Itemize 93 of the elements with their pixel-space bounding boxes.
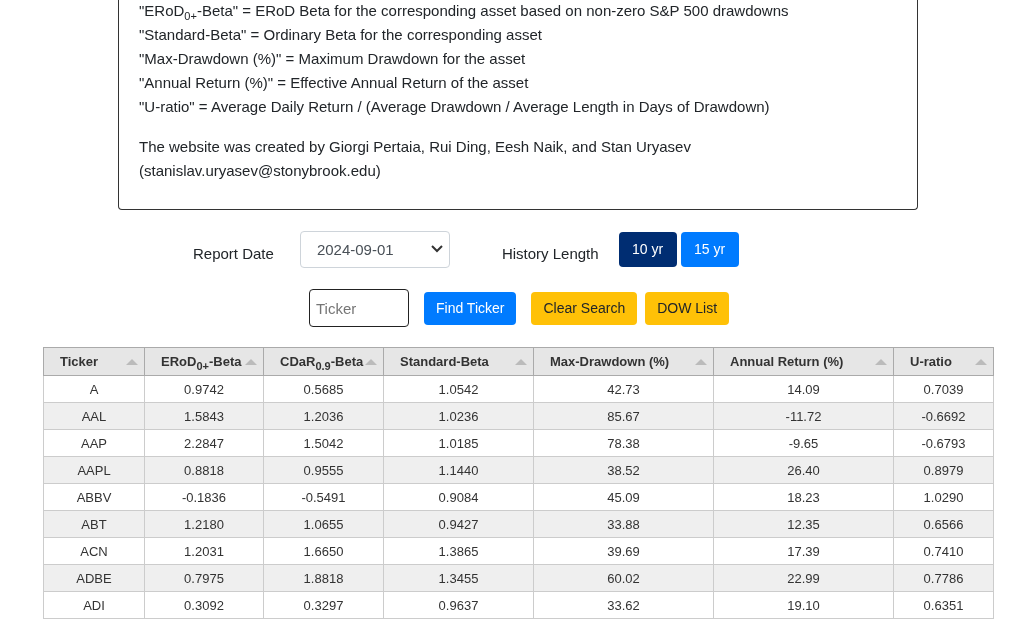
table-cell: 18.23	[713, 483, 894, 511]
history-length-label: History Length	[501, 244, 599, 262]
table-cell: 19.10	[713, 591, 894, 619]
ticker-field[interactable]: Ticker	[309, 289, 409, 327]
table-cell: 1.2180	[144, 510, 264, 538]
table-cell: 45.09	[533, 483, 714, 511]
table-cell: 14.09	[713, 375, 894, 403]
table-cell: 17.39	[713, 537, 894, 565]
sort-icon	[875, 358, 887, 365]
table-cell: 0.8818	[144, 456, 264, 484]
chevron-icon	[430, 245, 443, 253]
table-cell: 1.1440	[383, 456, 534, 484]
table-cell: 78.38	[533, 429, 714, 457]
column-header[interactable]: Max-Drawdown (%)	[533, 347, 714, 376]
table-cell: 1.8818	[263, 564, 384, 592]
table-cell: -9.65	[713, 429, 894, 457]
table-cell: 2.2847	[144, 429, 264, 457]
sort-icon	[365, 358, 377, 365]
definition-text: "Standard-Beta" = Ordinary Beta for the corresponding asset	[139, 25, 543, 45]
history-button[interactable]: 15 yr	[680, 231, 739, 267]
table-cell: ADI	[43, 591, 145, 619]
table-cell: ACN	[43, 537, 145, 565]
table-cell: 1.0290	[893, 483, 994, 511]
sort-icon	[515, 358, 527, 365]
table-cell: ABBV	[43, 483, 145, 511]
column-header[interactable]: U-ratio	[893, 347, 994, 376]
sort-icon	[695, 358, 707, 365]
table-cell: 0.9742	[144, 375, 264, 403]
table-cell: -0.6793	[893, 429, 994, 457]
definition-text: "Annual Return (%)" = Effective Annual Return of the asset	[139, 73, 530, 93]
sort-icon	[126, 358, 138, 365]
table-cell: ABT	[43, 510, 145, 538]
definition-text: "U-ratio" = Average Daily Return / (Average Drawdown / Average Length in Days of Drawdown)	[139, 97, 771, 117]
table-cell: ADBE	[43, 564, 145, 592]
definition-text: "ERoD$_{0+}$-Beta" = ERoD Beta for the corresponding asset based on non-zero S&P 500 drawdowns	[139, 1, 790, 23]
table-cell: 0.9427	[383, 510, 534, 538]
table-cell: -0.5491	[263, 483, 384, 511]
table-cell: 39.69	[533, 537, 714, 565]
table-cell: 38.52	[533, 456, 714, 484]
table-cell: 0.7039	[893, 375, 994, 403]
table-cell: AAP	[43, 429, 145, 457]
table-cell: 0.7410	[893, 537, 994, 565]
history-button[interactable]: 10 yr	[618, 231, 677, 267]
table-cell: -11.72	[713, 402, 894, 430]
report-date-label: Report Date	[193, 244, 274, 262]
table-cell: 33.88	[533, 510, 714, 538]
table-cell: 0.9084	[383, 483, 534, 511]
table-cell: -0.6692	[893, 402, 994, 430]
table-cell: 0.3297	[263, 591, 384, 619]
definition-text: "Max-Drawdown (%)" = Maximum Drawdown for the asset	[139, 49, 527, 69]
table-cell: 1.3865	[383, 537, 534, 565]
sort-icon	[245, 358, 257, 365]
search-button[interactable]: Clear Search	[531, 291, 638, 325]
table-cell: 1.5843	[144, 402, 264, 430]
table-cell: 33.62	[533, 591, 714, 619]
table-cell: 0.6566	[893, 510, 994, 538]
table-cell: 1.0542	[383, 375, 534, 403]
table-cell: 0.9555	[263, 456, 384, 484]
table-cell: 0.7975	[144, 564, 264, 592]
column-header[interactable]: Annual Return (%)	[713, 347, 894, 376]
table-cell: 1.2036	[263, 402, 384, 430]
table-cell: 1.0185	[383, 429, 534, 457]
table-cell: 1.6650	[263, 537, 384, 565]
table-cell: 22.99	[713, 564, 894, 592]
table-cell: 0.6351	[893, 591, 994, 619]
table-cell: 0.3092	[144, 591, 264, 619]
sort-icon	[975, 358, 987, 365]
table-cell: AAPL	[43, 456, 145, 484]
column-header[interactable]: CDaR$_{0.9}$-Beta	[263, 347, 384, 376]
report-date-select[interactable]: 2024-09-01	[299, 230, 450, 268]
table-cell: 1.0655	[263, 510, 384, 538]
table-cell: 26.40	[713, 456, 894, 484]
table-cell: AAL	[43, 402, 145, 430]
column-header[interactable]: Standard-Beta	[383, 347, 534, 376]
credit-text: The website was created by Giorgi Pertaia, Rui Ding, Eesh Naik, and Stan Uryasev (stanislav.uryasev@stonybrook.edu)	[139, 137, 692, 181]
column-header[interactable]: ERoD$_{0+}$-Beta	[144, 347, 264, 376]
table-cell: 1.3455	[383, 564, 534, 592]
search-button[interactable]: DOW List	[645, 291, 730, 325]
table-cell: 0.5685	[263, 375, 384, 403]
column-header[interactable]: Ticker	[43, 347, 145, 376]
table-cell: 1.0236	[383, 402, 534, 430]
table-cell: -0.1836	[144, 483, 264, 511]
table-cell: 0.9637	[383, 591, 534, 619]
table-cell: A	[43, 375, 145, 403]
table-cell: 85.67	[533, 402, 714, 430]
table-cell: 1.5042	[263, 429, 384, 457]
table-cell: 0.8979	[893, 456, 994, 484]
table-cell: 12.35	[713, 510, 894, 538]
table-cell: 0.7786	[893, 564, 994, 592]
search-button[interactable]: Find Ticker	[424, 291, 517, 325]
table-cell: 42.73	[533, 375, 714, 403]
table-cell: 1.2031	[144, 537, 264, 565]
table-cell: 60.02	[533, 564, 714, 592]
